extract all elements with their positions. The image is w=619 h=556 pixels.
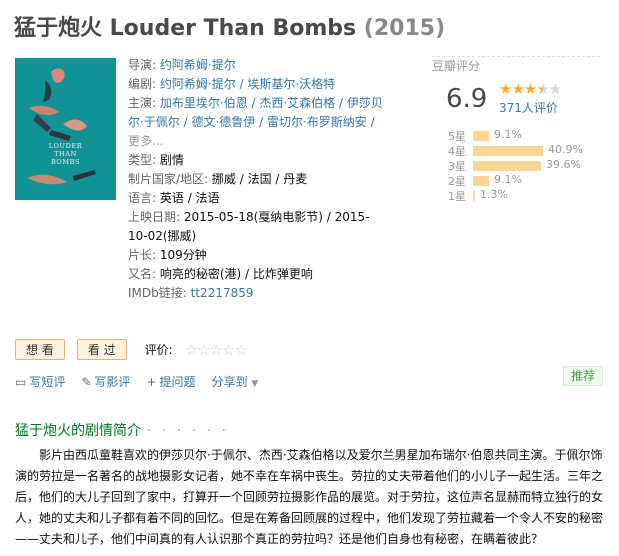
writer-row: 编剧: 约阿希姆·提尔 / 埃斯基尔·沃格特 (128, 75, 388, 94)
aka-label: 又名: (128, 267, 157, 281)
cast-label: 主演: (128, 96, 157, 110)
poster-dancers-illustration (15, 58, 116, 200)
runtime-value: 109分钟 (159, 248, 207, 262)
rating-row-label: 2星 (448, 175, 466, 188)
votes-link[interactable]: 371人评价 (499, 99, 558, 116)
runtime-row: 片长: 109分钟 (128, 246, 388, 265)
poster-title: LOUDER THAN BOMBS (48, 142, 83, 166)
movie-poster[interactable]: LOUDER THAN BOMBS (15, 58, 116, 200)
rating-bar (473, 131, 489, 141)
rating-title: 豆瓣评分 (432, 56, 600, 74)
more-cast: 更多... (128, 132, 388, 151)
rating-bar (473, 146, 543, 156)
share-dropdown[interactable]: 分享到 ▼ (212, 373, 259, 390)
pencil-icon: ✎ (81, 375, 92, 389)
synopsis-heading: 猛于炮火的剧情简介 · · · · · · (15, 420, 229, 440)
rate-label: 评价: (144, 343, 173, 357)
movie-info: 导演: 约阿希姆·提尔 编剧: 约阿希姆·提尔 / 埃斯基尔·沃格特 主演: 加… (128, 56, 388, 303)
action-links: ▭ 写短评 ✎ 写影评 + 提问题 分享到 ▼ (15, 373, 258, 390)
write-review-link[interactable]: ✎ 写影评 (81, 373, 130, 390)
synopsis-title: 猛于炮火的剧情简介 (15, 423, 141, 439)
language-row: 语言: 英语 / 法语 (128, 189, 388, 208)
plus-icon: + (146, 375, 157, 389)
write-short-review-link[interactable]: ▭ 写短评 (15, 373, 65, 390)
star-half-icon: ★ (536, 80, 549, 98)
runtime-label: 片长: (128, 248, 157, 262)
watched-button[interactable]: 看 过 (76, 339, 127, 360)
country-row: 制片国家/地区: 挪威 / 法国 / 丹麦 (128, 170, 388, 189)
cast-links[interactable]: 加布里埃尔·伯恩 / 杰西·艾森伯格 / 伊莎贝尔·于佩尔 / 德文·德鲁伊 /… (128, 96, 383, 129)
rate-star-icon[interactable]: ☆☆☆☆☆ (185, 341, 248, 359)
movie-year: (2015) (363, 16, 446, 41)
rating-bar (473, 161, 541, 171)
release-label: 上映日期: (128, 210, 181, 224)
language-value: 英语 / 法语 (159, 191, 220, 205)
synopsis-dots: · · · · · · (147, 423, 229, 439)
genre-row: 类型: 剧情 (128, 151, 388, 170)
rating-row-pct: 9.1% (494, 173, 522, 186)
rating-row-label: 3星 (448, 160, 466, 173)
synopsis-text: 影片由西瓜童鞋喜欢的伊莎贝尔·于佩尔、杰西·艾森伯格以及爱尔兰男星加布瑞尔·伯恩… (15, 448, 604, 546)
imdb-label: IMDb链接: (128, 286, 187, 300)
page-title: 猛于炮火 Louder Than Bombs (2015) (14, 10, 445, 42)
director-link[interactable]: 约阿希姆·提尔 (160, 58, 236, 72)
want-to-watch-button[interactable]: 想 看 (15, 339, 65, 360)
rating-row-label: 5星 (448, 130, 466, 143)
rating-box: 豆瓣评分 6.9 ★★★★★ 371人评价 5星 9.1% 4星 40.9% 3星 39.… (432, 56, 600, 203)
writer-label: 编剧: (128, 77, 157, 91)
star-empty-icon: ★ (548, 80, 562, 98)
language-label: 语言: (128, 191, 157, 205)
imdb-row: IMDb链接: tt2217859 (128, 284, 388, 303)
movie-title: 猛于炮火 Louder Than Bombs (14, 16, 357, 41)
rating-row-pct: 1.3% (480, 188, 508, 201)
rating-row-label: 1星 (448, 190, 466, 203)
country-value: 挪威 / 法国 / 丹麦 (211, 172, 308, 186)
rating-score: 6.9 (446, 84, 488, 114)
aka-value: 响亮的秘密(港) / 比炸弹更响 (159, 267, 313, 281)
director-label: 导演: (128, 58, 157, 72)
rating-row-label: 4星 (448, 145, 466, 158)
action-buttons: 想 看 看 过 评价: ☆☆☆☆☆ (15, 339, 248, 360)
cast-row: 主演: 加布里埃尔·伯恩 / 杰西·艾森伯格 / 伊莎贝尔·于佩尔 / 德文·德… (128, 94, 388, 132)
speech-bubble-icon: ▭ (15, 375, 27, 389)
rating-row-pct: 40.9% (548, 143, 583, 156)
aka-row: 又名: 响亮的秘密(港) / 比炸弹更响 (128, 265, 388, 284)
writer-link[interactable]: 约阿希姆·提尔 / 埃斯基尔·沃格特 (160, 77, 335, 91)
director-row: 导演: 约阿希姆·提尔 (128, 56, 388, 75)
release-row: 上映日期: 2015-05-18(戛纳电影节) / 2015-10-02(挪威) (128, 208, 388, 246)
rating-row-pct: 9.1% (494, 128, 522, 141)
chevron-down-icon: ▼ (251, 379, 259, 389)
ask-question-link[interactable]: + 提问题 (146, 373, 195, 390)
more-cast-link[interactable]: 更多... (128, 134, 163, 148)
genre-label: 类型: (128, 153, 157, 167)
rating-bar (473, 191, 475, 201)
rating-bar (473, 176, 489, 186)
star-full-icon: ★★★ (499, 80, 537, 98)
genre-value: 剧情 (159, 153, 184, 167)
imdb-link[interactable]: tt2217859 (191, 286, 254, 300)
recommend-button[interactable]: 推荐 (563, 366, 603, 386)
rating-row-pct: 39.6% (546, 158, 581, 171)
country-label: 制片国家/地区: (128, 172, 209, 186)
rating-stars: ★★★★★ (499, 80, 562, 98)
